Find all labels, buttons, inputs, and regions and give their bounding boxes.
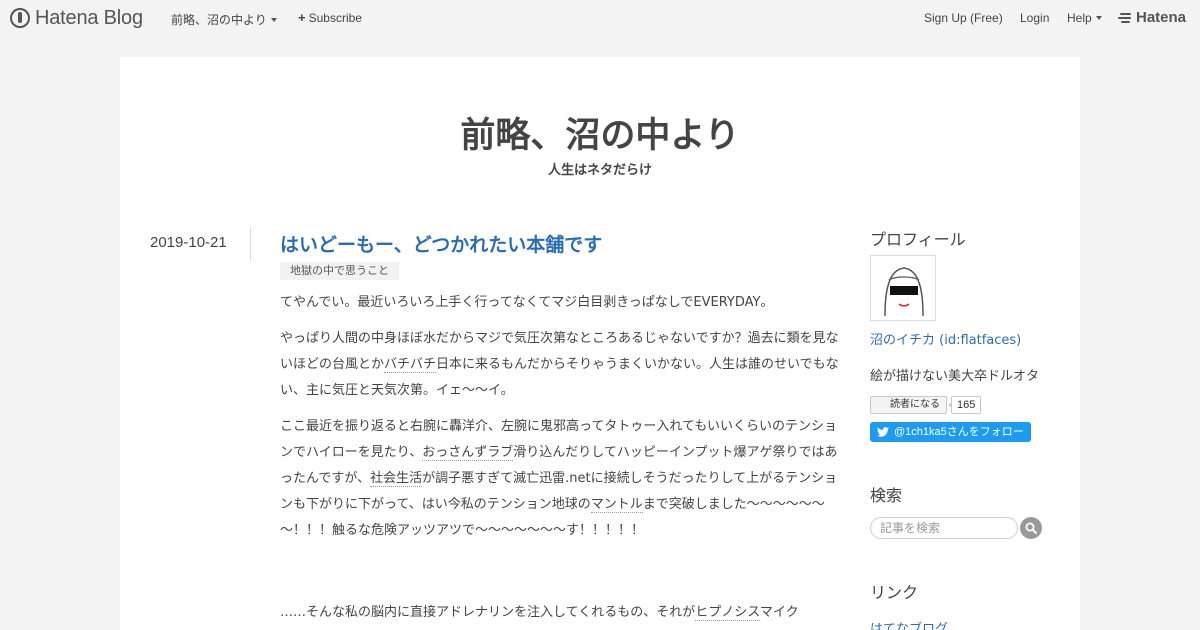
keyword-link[interactable]: マントル — [590, 497, 643, 513]
profile-avatar[interactable] — [870, 255, 936, 321]
entry-paragraph: やっぱり人間の中身ほぼ水だからマジで気圧次第なところあるじゃないですか？過去に類… — [280, 331, 839, 398]
login-link[interactable]: Login — [1020, 11, 1049, 25]
links-heading: リンク — [870, 583, 919, 602]
profile-name-link[interactable]: 沼のイチカ (id:flatfaces) — [870, 329, 1021, 348]
profile-description: 絵が描けない美大卒ドルオタ — [870, 369, 1040, 384]
entry-title[interactable]: はいどーもー、どつかれたい本舗です — [280, 230, 602, 257]
entry-paragraph: ここ最近を振り返ると右腕に轟洋介、左腕に鬼邪高ってタトゥー入れてもいいくらいのテ… — [280, 419, 838, 538]
blog-menu-label: 前略、沼の中より — [171, 13, 267, 27]
search-button[interactable] — [1020, 517, 1042, 539]
hatena-mark-icon — [1118, 12, 1133, 24]
hatena-logo-text: Hatena — [1136, 9, 1187, 26]
twitter-follow-label: @1ch1ka5さんをフォロー — [894, 426, 1024, 438]
entry-paragraph: てやんでい。最近いろいろ上手く行ってなくてマジ白目剥きっぱなしでEVERYDAY… — [280, 295, 774, 310]
keyword-link[interactable]: 社会生活 — [370, 471, 423, 487]
caret-down-icon — [270, 17, 277, 22]
keyword-link[interactable]: バチバチ — [384, 357, 437, 373]
avatar-illustration — [884, 267, 924, 317]
keyword-link[interactable]: ヒプノシス — [695, 605, 760, 621]
subscribe-button[interactable]: + Subscribe — [298, 11, 362, 25]
twitter-bird-icon — [877, 427, 889, 437]
global-header: Hatena Blog 前略、沼の中より + Subscribe Sign Up… — [0, 0, 1200, 36]
subscribe-label: Subscribe — [308, 11, 362, 25]
blog-title[interactable]: 前略、沼の中より — [120, 107, 1080, 158]
signup-link[interactable]: Sign Up (Free) — [924, 11, 1003, 25]
twitter-follow-button[interactable]: @1ch1ka5さんをフォロー — [870, 422, 1031, 442]
help-label: Help — [1067, 11, 1092, 25]
hatena-blog-logo[interactable]: Hatena Blog — [10, 7, 143, 29]
reader-count-badge: 165 — [947, 396, 982, 414]
blog-menu-dropdown[interactable]: 前略、沼の中より — [171, 11, 277, 28]
brand-name: Hatena Blog — [35, 6, 143, 29]
date-divider — [250, 227, 251, 261]
search-icon — [1025, 522, 1037, 534]
caret-down-icon — [1095, 16, 1102, 20]
hatena-blog-logo-icon — [10, 8, 30, 28]
entry-date[interactable]: 2019-10-21 — [150, 234, 227, 251]
entry-paragraph: ……そんな私の脳内に直接アドレナリンを注入してくれるもの、それがヒプノシスマイク — [280, 605, 799, 621]
profile-heading: プロフィール — [870, 230, 966, 249]
blog-subtitle: 人生はネタだらけ — [547, 163, 652, 178]
search-heading: 検索 — [870, 486, 903, 505]
entry-category-tag[interactable]: 地獄の中で思うこと — [280, 262, 399, 280]
help-dropdown[interactable]: Help — [1067, 11, 1102, 25]
subscribe-reader-button[interactable]: 読者になる — [870, 396, 947, 414]
keyword-link[interactable]: おっさんずラブ — [422, 445, 514, 461]
sidebar-link-hatena-blog[interactable]: はてなブログ — [870, 618, 948, 630]
entry-body: てやんでい。最近いろいろ上手く行ってなくてマジ白目剥きっぱなしでEVERYDAY… — [280, 290, 845, 630]
search-input[interactable] — [870, 517, 1018, 539]
hatena-logo[interactable]: Hatena — [1118, 9, 1186, 26]
plus-icon: + — [298, 10, 306, 25]
blog-content: 前略、沼の中より 人生はネタだらけ 2019-10-21 はいどーもー、どつかれ… — [120, 57, 1080, 630]
